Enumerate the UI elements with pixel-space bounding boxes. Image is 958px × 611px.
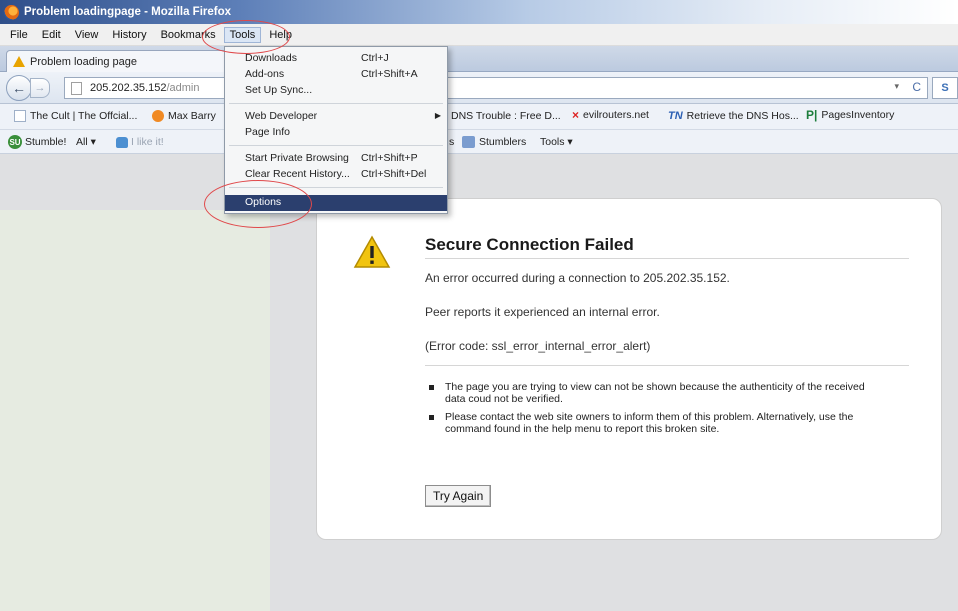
menu-item-label: Add-ons	[245, 68, 285, 80]
menu-item-label: Set Up Sync...	[245, 84, 313, 96]
suggestion-item: The page you are trying to view can not …	[429, 381, 869, 405]
search-box[interactable]: S	[932, 77, 958, 99]
stumble-label: Stumble!	[25, 136, 67, 148]
error-title: Secure Connection Failed	[425, 235, 634, 254]
error-description: An error occurred during a connection to…	[425, 271, 730, 285]
menu-item-shortcut: Ctrl+J	[361, 52, 389, 64]
tab-strip: Problem loading page	[0, 46, 958, 72]
bookmark-label: Max Barry	[168, 110, 216, 122]
menu-item-set-up-sync[interactable]: Set Up Sync...	[225, 83, 447, 99]
menu-item-shortcut: Ctrl+Shift+A	[361, 68, 418, 80]
forward-button[interactable]: →	[30, 77, 50, 98]
menu-history[interactable]: History	[106, 27, 152, 43]
background-panel	[0, 210, 270, 611]
bookmark-retrieve-dns[interactable]: TN Retrieve the DNS Hos...	[668, 110, 799, 122]
menu-item-shortcut: Ctrl+Shift+Del	[361, 168, 427, 180]
stumblers-label: Stumblers	[479, 136, 527, 148]
firefox-logo-icon	[4, 4, 19, 20]
error-container: Secure Connection Failed An error occurr…	[316, 198, 942, 540]
bookmark-label: Retrieve the DNS Hos...	[686, 110, 799, 122]
bookmark-evilrouters[interactable]: × evilrouters.net	[572, 109, 649, 121]
thumbs-up-icon	[116, 136, 128, 148]
stumble-tools-dropdown[interactable]: Tools ▾	[540, 136, 573, 148]
menu-edit[interactable]: Edit	[36, 27, 67, 43]
page-icon	[14, 110, 26, 122]
page-icon	[71, 81, 82, 95]
stumble-button[interactable]: SU Stumble!	[8, 135, 66, 149]
like-label: I like it!	[131, 136, 164, 148]
divider	[425, 258, 909, 259]
error-detail: Peer reports it experienced an internal …	[425, 305, 660, 319]
menu-item-label: Start Private Browsing	[245, 152, 349, 164]
bookmark-pagesinventory[interactable]: P| PagesInventory	[806, 109, 894, 121]
back-arrow-icon: ←	[12, 79, 26, 96]
page-content: Secure Connection Failed An error occurr…	[0, 154, 958, 611]
bookmark-label: DNS Trouble : Free D...	[451, 110, 561, 122]
tn-icon: TN	[668, 110, 683, 122]
window-titlebar: Problem loadingpage - Mozilla Firefox	[0, 0, 958, 24]
bookmarks-toolbar: The Cult | The Offcial... Max Barry DNS …	[0, 104, 958, 130]
menu-item-downloads[interactable]: Downloads Ctrl+J	[225, 51, 447, 67]
menu-item-private-browsing[interactable]: Start Private Browsing Ctrl+Shift+P	[225, 151, 447, 167]
bookmark-max-barry[interactable]: Max Barry	[152, 110, 216, 122]
annotation-circle-tools	[202, 20, 290, 54]
navigation-toolbar: ← → 205.202.35.152/admin ▾ C S	[0, 72, 958, 104]
url-history-dropdown-icon[interactable]: ▾	[894, 81, 899, 92]
pagesinventory-icon: P|	[806, 108, 818, 122]
error-suggestions: The page you are trying to view can not …	[429, 381, 869, 441]
url-host: 205.202.35.152	[90, 82, 167, 94]
submenu-arrow-icon: ▶	[434, 111, 441, 120]
bookmark-the-cult[interactable]: The Cult | The Offcial...	[14, 110, 137, 122]
window-title: Problem loadingpage - Mozilla Firefox	[24, 6, 232, 18]
menu-item-add-ons[interactable]: Add-ons Ctrl+Shift+A	[225, 67, 447, 83]
menu-item-label: Web Developer	[245, 110, 318, 122]
bookmark-label: evilrouters.net	[583, 109, 649, 121]
error-code: (Error code: ssl_error_internal_error_al…	[425, 339, 651, 353]
red-x-icon: ×	[572, 108, 580, 122]
back-button[interactable]: ←	[6, 74, 32, 101]
menu-view[interactable]: View	[69, 27, 105, 43]
url-bar[interactable]: 205.202.35.152/admin ▾ C	[64, 77, 928, 99]
warning-icon	[353, 235, 391, 268]
menu-item-web-developer[interactable]: Web Developer ▶	[225, 109, 447, 125]
url-path: /admin	[166, 82, 200, 94]
stumbleupon-toolbar: SU Stumble! All ▾ I like it! s Stumblers …	[0, 130, 958, 154]
try-again-button[interactable]: Try Again	[425, 485, 492, 507]
stumblers-icon	[462, 136, 475, 148]
tab-problem-loading[interactable]: Problem loading page	[6, 50, 232, 72]
stumblers-button[interactable]: Stumblers	[462, 136, 526, 148]
warning-icon	[13, 56, 25, 67]
forward-arrow-icon: →	[34, 81, 46, 94]
menu-separator	[229, 103, 443, 104]
menu-bar: File Edit View History Bookmarks Tools H…	[0, 24, 958, 46]
all-dropdown[interactable]: All ▾	[76, 136, 96, 148]
bookmark-label: PagesInventory	[821, 109, 895, 121]
menu-item-page-info[interactable]: Page Info	[225, 125, 447, 141]
like-button[interactable]: I like it!	[116, 136, 164, 148]
toolbar-fragment: s	[449, 136, 455, 148]
menu-item-label: Clear Recent History...	[245, 168, 350, 180]
max-barry-icon	[152, 110, 164, 122]
divider	[425, 365, 909, 366]
reload-icon[interactable]: C	[912, 80, 921, 94]
bookmark-dns-trouble[interactable]: DNS Trouble : Free D...	[451, 110, 561, 122]
suggestion-item: Please contact the web site owners to in…	[429, 411, 869, 435]
annotation-circle-options	[204, 180, 312, 228]
menu-item-label: Page Info	[245, 126, 290, 138]
bookmark-label: The Cult | The Offcial...	[30, 110, 138, 122]
tab-label: Problem loading page	[30, 55, 138, 68]
menu-file[interactable]: File	[4, 27, 34, 43]
menu-item-shortcut: Ctrl+Shift+P	[361, 152, 418, 164]
stumbleupon-icon: SU	[8, 135, 22, 149]
menu-separator	[229, 145, 443, 146]
